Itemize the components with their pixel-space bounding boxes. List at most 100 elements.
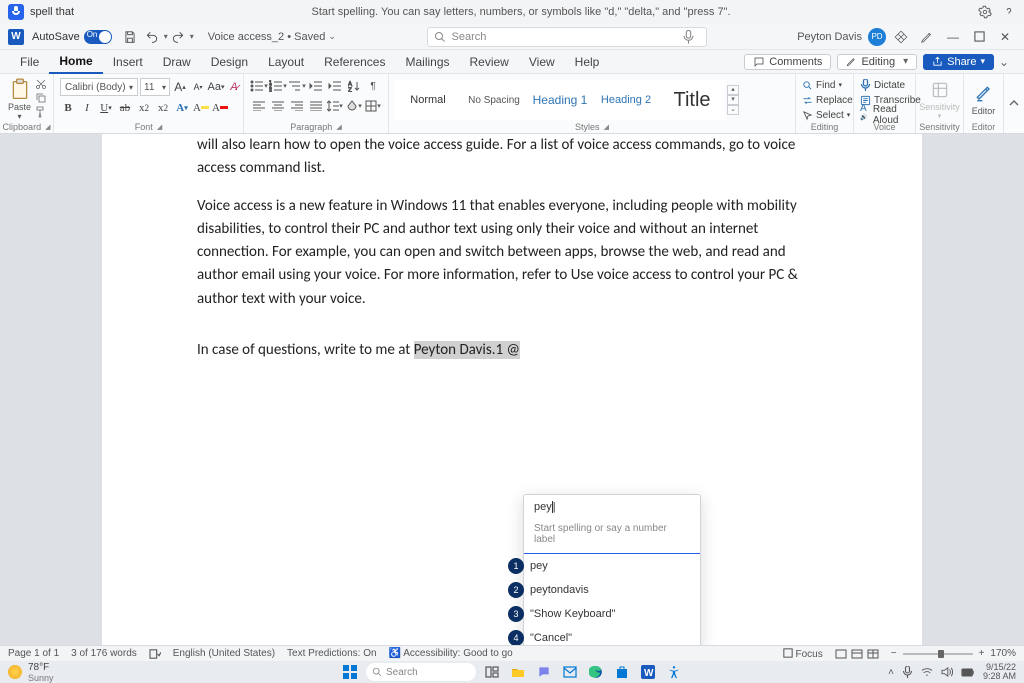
spellcheck-icon[interactable] <box>149 649 161 659</box>
align-left-icon[interactable] <box>250 98 268 114</box>
redo-icon[interactable] <box>168 27 188 47</box>
dictate-button[interactable]: Dictate <box>860 78 905 92</box>
font-color-icon[interactable]: A <box>212 100 228 116</box>
editor-icon[interactable] <box>974 84 994 104</box>
volume-icon[interactable] <box>941 667 953 677</box>
decrease-indent-icon[interactable] <box>307 78 325 94</box>
search-box[interactable]: Search <box>427 27 707 47</box>
mail-icon[interactable] <box>560 663 580 681</box>
edge-icon[interactable] <box>586 663 606 681</box>
taskbar-search[interactable]: Search <box>366 663 476 681</box>
strike-button[interactable]: ab <box>117 100 133 116</box>
tab-review[interactable]: Review <box>460 50 519 74</box>
spell-option-4[interactable]: "Cancel" <box>524 632 572 644</box>
save-icon[interactable] <box>120 27 140 47</box>
word-app-icon[interactable]: W <box>8 29 24 45</box>
paragraph[interactable]: Voice access is a new feature in Windows… <box>197 195 827 311</box>
share-button[interactable]: Share▾ <box>923 54 994 70</box>
document-area[interactable]: will also learn how to open the voice ac… <box>0 134 1024 645</box>
shrink-font-icon[interactable]: A▾ <box>190 79 206 95</box>
styles-scroll[interactable]: ▴▾⌄ <box>727 85 739 115</box>
explorer-icon[interactable] <box>508 663 528 681</box>
sort-icon[interactable]: AZ <box>345 78 363 94</box>
comments-button[interactable]: Comments <box>744 54 831 70</box>
font-name-select[interactable]: Calibri (Body)▾ <box>60 78 138 96</box>
tab-design[interactable]: Design <box>201 50 258 74</box>
tab-file[interactable]: File <box>10 50 49 74</box>
spell-option-1[interactable]: pey <box>524 560 548 572</box>
read-aloud-button[interactable]: A🔊Read Aloud <box>860 108 909 122</box>
style-title[interactable]: Title <box>659 80 725 120</box>
tab-insert[interactable]: Insert <box>103 50 153 74</box>
zoom-level[interactable]: 170% <box>990 648 1016 659</box>
borders-icon[interactable]: ▾ <box>364 98 382 114</box>
tray-mic-icon[interactable] <box>902 666 913 678</box>
text-effects-icon[interactable]: A▾ <box>174 100 190 116</box>
user-name[interactable]: Peyton Davis <box>797 31 862 43</box>
focus-button[interactable]: Focus <box>783 648 823 660</box>
grow-font-icon[interactable]: A▴ <box>172 79 188 95</box>
italic-button[interactable]: I <box>79 100 95 116</box>
numbering-icon[interactable]: 123▾ <box>269 78 287 94</box>
voice-help-icon[interactable] <box>992 5 1016 19</box>
task-view-icon[interactable] <box>482 663 502 681</box>
clear-format-icon[interactable]: A̷ <box>226 79 242 95</box>
format-painter-icon[interactable] <box>35 106 47 118</box>
battery-icon[interactable] <box>961 668 975 677</box>
start-button[interactable] <box>340 663 360 681</box>
accessibility-icon[interactable] <box>664 663 684 681</box>
select-button[interactable]: Select▾ <box>802 108 850 122</box>
show-marks-icon[interactable]: ¶ <box>364 78 382 94</box>
tab-mailings[interactable]: Mailings <box>395 50 459 74</box>
system-tray[interactable]: ˄ 9/15/229:28 AM <box>888 663 1016 682</box>
microphone-icon[interactable] <box>8 4 24 20</box>
search-mic-icon[interactable] <box>683 30 694 44</box>
zoom-control[interactable]: − + 170% <box>891 648 1016 659</box>
view-icons[interactable] <box>835 649 879 659</box>
highlight-color-icon[interactable]: A <box>193 100 209 116</box>
tab-references[interactable]: References <box>314 50 395 74</box>
word-count[interactable]: 3 of 176 words <box>71 648 137 659</box>
tab-draw[interactable]: Draw <box>153 50 201 74</box>
chat-icon[interactable] <box>534 663 554 681</box>
accessibility-status[interactable]: ♿ Accessibility: Good to go <box>389 648 513 659</box>
store-icon[interactable] <box>612 663 632 681</box>
user-avatar[interactable]: PD <box>868 28 886 46</box>
text-predictions-status[interactable]: Text Predictions: On <box>287 648 376 659</box>
increase-indent-icon[interactable] <box>326 78 344 94</box>
align-center-icon[interactable] <box>269 98 287 114</box>
change-case-icon[interactable]: Aa▾ <box>208 79 224 95</box>
underline-button[interactable]: U▾ <box>98 100 114 116</box>
spell-input[interactable]: pey| <box>524 495 700 519</box>
tab-help[interactable]: Help <box>565 50 610 74</box>
paste-button[interactable]: Paste ▾ <box>6 78 33 121</box>
editing-mode-button[interactable]: Editing▾ <box>837 54 917 70</box>
find-button[interactable]: Find▾ <box>802 78 842 92</box>
style-heading2[interactable]: Heading 2 <box>593 80 659 120</box>
tray-chevron-icon[interactable]: ˄ <box>888 667 894 678</box>
cut-icon[interactable] <box>35 78 47 90</box>
diamond-icon[interactable] <box>890 30 912 44</box>
bold-button[interactable]: B <box>60 100 76 116</box>
superscript-button[interactable]: x2 <box>155 100 171 116</box>
autosave-toggle[interactable]: On <box>84 30 112 44</box>
shading-icon[interactable]: ▾ <box>345 98 363 114</box>
collapse-ribbon-icon[interactable] <box>1004 74 1024 133</box>
subscript-button[interactable]: x2 <box>136 100 152 116</box>
weather-widget[interactable]: 78°FSunny <box>8 662 54 683</box>
spell-option-3[interactable]: "Show Keyboard" <box>524 608 615 620</box>
bullets-icon[interactable]: ▾ <box>250 78 268 94</box>
close-button[interactable]: ✕ <box>994 30 1016 44</box>
ribbon-options-icon[interactable]: ⌄ <box>994 55 1014 69</box>
language-status[interactable]: English (United States) <box>173 648 275 659</box>
paragraph[interactable]: will also learn how to open the voice ac… <box>197 134 827 181</box>
spell-option-2[interactable]: peytondavis <box>524 584 589 596</box>
line-spacing-icon[interactable]: ▾ <box>326 98 344 114</box>
pen-icon[interactable] <box>916 30 938 44</box>
zoom-slider[interactable] <box>903 653 973 655</box>
undo-icon[interactable] <box>142 27 162 47</box>
voice-settings-icon[interactable] <box>968 5 992 19</box>
justify-icon[interactable] <box>307 98 325 114</box>
clock[interactable]: 9/15/229:28 AM <box>983 663 1016 682</box>
align-right-icon[interactable] <box>288 98 306 114</box>
